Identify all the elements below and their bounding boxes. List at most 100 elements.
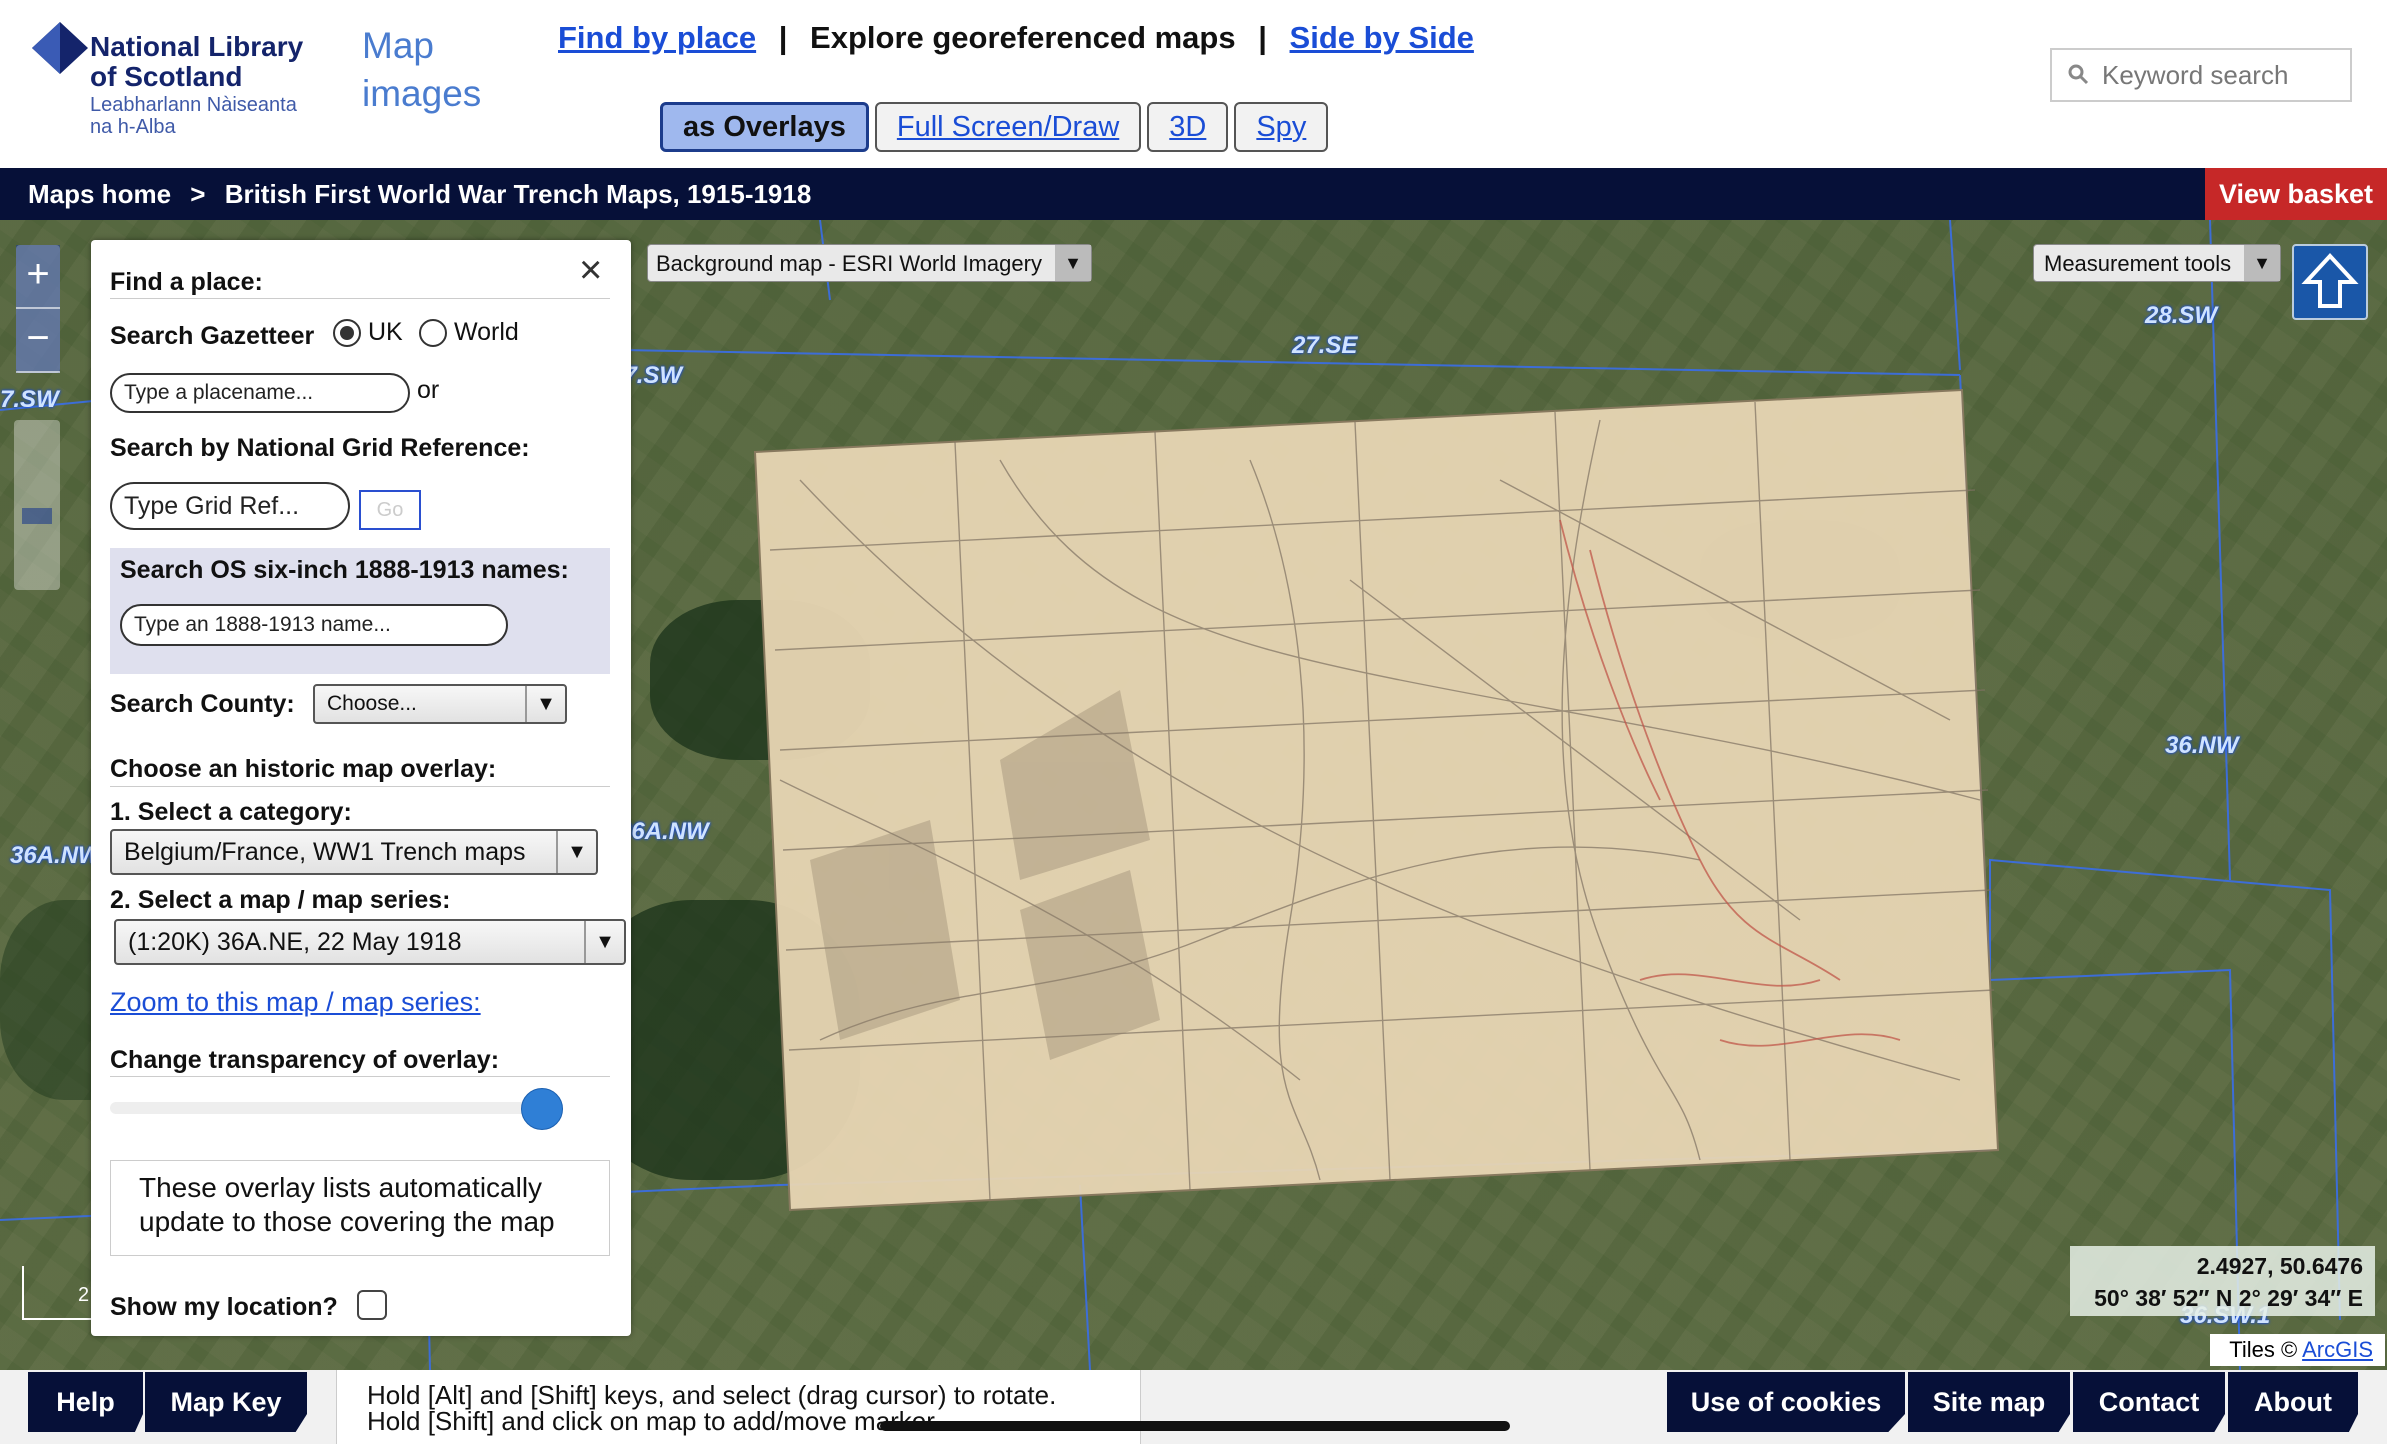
category-select[interactable]: Belgium/France, WW1 Trench maps ▼ (110, 829, 598, 875)
background-map-value: Background map - ESRI World Imagery (656, 251, 1042, 276)
arrow-up-icon (2301, 253, 2359, 308)
or-label: or (417, 376, 440, 404)
divider (110, 786, 610, 787)
county-select-value: Choose... (327, 692, 417, 715)
hint-line-1: Hold [Alt] and [Shift] keys, and select … (367, 1380, 1057, 1410)
background-map-select[interactable]: Background map - ESRI World Imagery ▼ (647, 244, 1092, 282)
grid-label: 28.SW (2145, 302, 2218, 329)
zoom-to-map-link[interactable]: Zoom to this map / map series: (110, 987, 481, 1018)
grid-label: 27.SE (1292, 332, 1358, 359)
radio-world-button[interactable] (419, 319, 447, 348)
use-of-cookies-link[interactable]: Use of cookies (1667, 1372, 1905, 1432)
keyword-search-input[interactable]: Keyword search (2050, 48, 2352, 102)
series-label: 2. Select a map / map series: (110, 886, 451, 914)
breadcrumb-current: British First World War Trench Maps, 191… (224, 179, 812, 209)
os-names-input[interactable]: Type an 1888-1913 name... (120, 604, 508, 646)
zoom-slider-handle[interactable] (22, 508, 52, 524)
grid-ref-go-button[interactable]: Go (359, 490, 421, 530)
cursor-coordinates: 2.4927, 50.6476 50° 38′ 52″ N 2° 29′ 34″… (2070, 1246, 2375, 1316)
overlay-heading: Choose an historic map overlay: (110, 755, 497, 783)
nav-separator: | (1258, 20, 1267, 55)
grid-label: 7.SW (0, 386, 59, 413)
county-select[interactable]: Choose... ▼ (313, 684, 567, 724)
show-location-checkbox[interactable] (357, 1290, 387, 1320)
help-button[interactable]: Help (28, 1372, 143, 1432)
measurement-tools-value: Measurement tools (2044, 251, 2232, 276)
grid-ref-label: Search by National Grid Reference: (110, 434, 530, 462)
logo-emblem-icon (32, 22, 88, 74)
tab-spy[interactable]: Spy (1234, 102, 1329, 152)
map-key-button[interactable]: Map Key (145, 1372, 307, 1432)
tab-as-overlays[interactable]: as Overlays (660, 102, 869, 152)
grid-ref-placeholder: Type Grid Ref... (124, 491, 300, 520)
tiles-label: Tiles © (2229, 1337, 2298, 1362)
close-icon[interactable]: × (579, 248, 602, 293)
grid-label: 36.NW (2165, 732, 2239, 759)
top-nav: Find by place | Explore georeferenced ma… (558, 20, 1474, 56)
radio-uk[interactable]: UK (333, 318, 403, 348)
coords-decimal: 2.4927, 50.6476 (2196, 1253, 2363, 1279)
map-hint: Hold [Alt] and [Shift] keys, and select … (336, 1370, 1141, 1444)
measurement-tools-select[interactable]: Measurement tools ▼ (2033, 244, 2281, 282)
scale-bar-label: 2 (78, 1284, 90, 1306)
find-by-place-link[interactable]: Find by place (558, 20, 756, 55)
map-series-select[interactable]: (1:20K) 36A.NE, 22 May 1918 ▼ (114, 919, 626, 965)
view-basket-button[interactable]: View basket (2205, 168, 2387, 220)
transparency-label: Change transparency of overlay: (110, 1046, 500, 1074)
radio-world-label: World (453, 318, 519, 346)
zoom-out-button[interactable]: − (16, 309, 60, 373)
search-icon (2068, 64, 2089, 85)
breadcrumb-bar: Maps home > British First World War Tren… (0, 168, 2387, 220)
find-place-heading: Find a place: (110, 268, 263, 296)
site-map-link[interactable]: Site map (1908, 1372, 2070, 1432)
county-label: Search County: (110, 690, 295, 718)
keyword-search-placeholder: Keyword search (2102, 60, 2289, 90)
section-title: Map images (362, 25, 482, 114)
transparency-slider[interactable] (110, 1088, 564, 1130)
explore-georeferenced-label: Explore georeferenced maps (810, 20, 1236, 55)
breadcrumb: Maps home > British First World War Tren… (28, 179, 811, 210)
tiles-attribution: Tiles © ArcGIS (2210, 1334, 2385, 1366)
coords-dms: 50° 38′ 52″ N 2° 29′ 34″ E (2094, 1285, 2363, 1311)
os-names-placeholder: Type an 1888-1913 name... (134, 613, 391, 636)
side-by-side-link[interactable]: Side by Side (1290, 20, 1474, 55)
radio-world[interactable]: World (419, 318, 519, 348)
view-mode-tabs: as Overlays Full Screen/Draw 3D Spy (660, 102, 1329, 152)
grid-label: 36A.NW (10, 842, 101, 869)
placename-input[interactable]: Type a placename... (110, 373, 410, 413)
contact-link[interactable]: Contact (2073, 1372, 2225, 1432)
chevron-down-icon: ▼ (584, 921, 624, 963)
about-link[interactable]: About (2228, 1372, 2358, 1432)
category-label: 1. Select a category: (110, 798, 352, 826)
grid-ref-input[interactable]: Type Grid Ref... (110, 482, 350, 530)
overlay-info-note: These overlay lists automatically update… (110, 1160, 610, 1256)
chevron-down-icon: ▼ (1055, 245, 1091, 281)
tab-3d[interactable]: 3D (1147, 102, 1229, 152)
category-select-value: Belgium/France, WW1 Trench maps (124, 837, 526, 866)
footer-bar: Help Map Key Hold [Alt] and [Shift] keys… (0, 1370, 2387, 1444)
os-names-box: Search OS six-inch 1888-1913 names: Type… (110, 548, 610, 674)
gazetteer-label: Search Gazetteer (110, 322, 315, 350)
nls-logo[interactable]: National Library of Scotland Leabharlann… (30, 18, 310, 143)
radio-uk-button[interactable] (333, 319, 361, 348)
reset-north-button[interactable] (2292, 244, 2368, 320)
map-series-select-value: (1:20K) 36A.NE, 22 May 1918 (128, 927, 462, 956)
breadcrumb-home-link[interactable]: Maps home (28, 179, 171, 209)
zoom-in-button[interactable]: + (16, 245, 60, 309)
grid-label: 36A.NW (618, 818, 709, 845)
arcgis-link[interactable]: ArcGIS (2302, 1337, 2373, 1362)
logo-name-gd: Leabharlann Nàiseanta na h-Alba (90, 94, 297, 138)
divider (110, 298, 610, 299)
zoom-controls: + − (16, 245, 60, 373)
transparency-slider-handle[interactable] (521, 1088, 564, 1130)
os-names-label: Search OS six-inch 1888-1913 names: (120, 556, 569, 584)
logo-name-en: National Library of Scotland (90, 31, 304, 92)
zoom-slider[interactable] (14, 420, 60, 590)
show-location-label: Show my location? (110, 1293, 338, 1321)
site-header: National Library of Scotland Leabharlann… (0, 0, 2387, 168)
home-indicator (880, 1421, 1510, 1431)
tab-full-screen-draw[interactable]: Full Screen/Draw (874, 102, 1142, 152)
placename-placeholder: Type a placename... (124, 381, 314, 404)
radio-uk-label: UK (367, 318, 403, 346)
chevron-down-icon: ▼ (525, 686, 565, 722)
